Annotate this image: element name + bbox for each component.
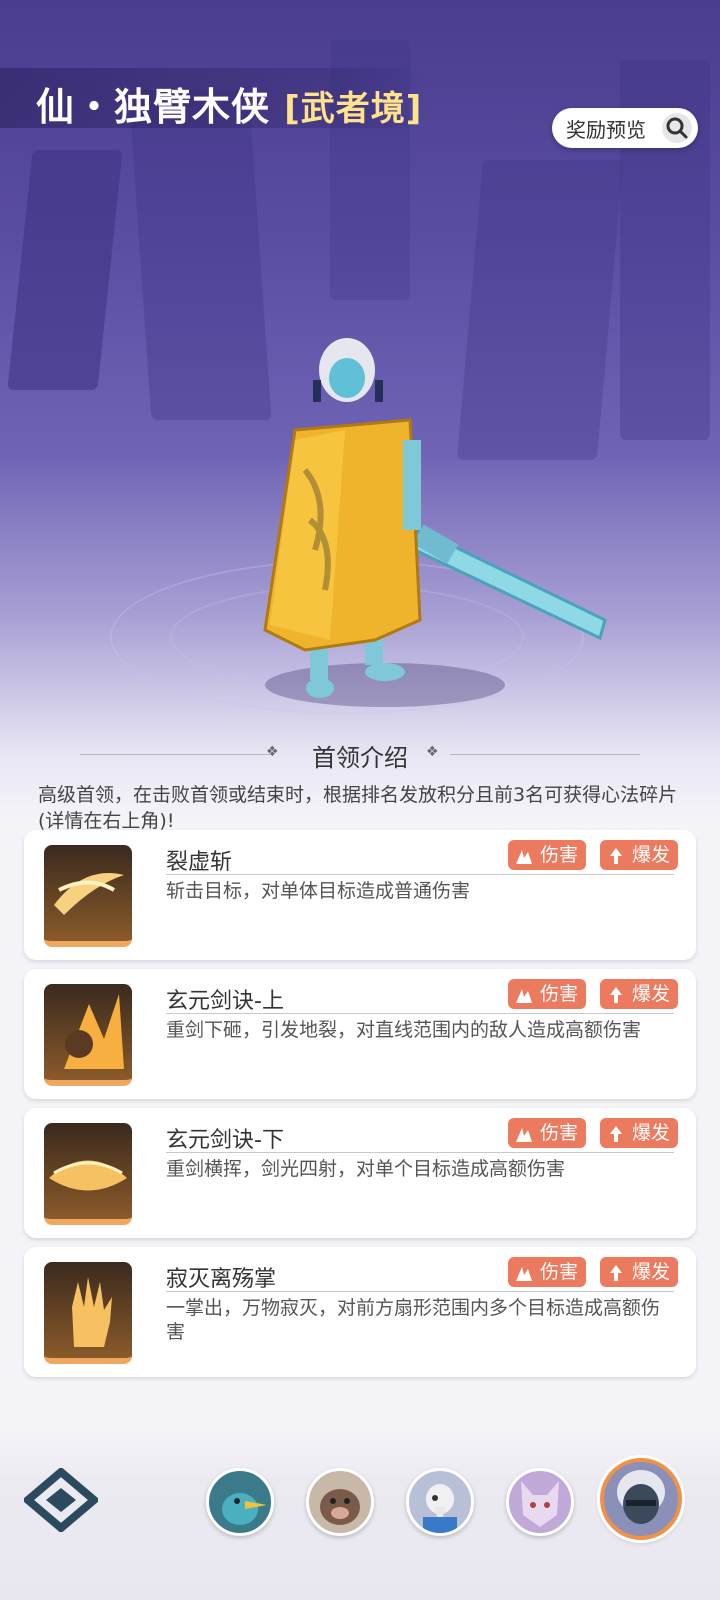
boss-title: 仙・独臂木侠 [武者境] xyxy=(36,76,422,131)
skill-divider xyxy=(166,1291,674,1292)
skill-description: 重剑横挥，剑光四射，对单个目标造成高额伤害 xyxy=(166,1158,566,1180)
burst-tag: 爆发 xyxy=(600,979,679,1009)
skill-card[interactable]: 裂虚斩 伤害 爆发 斩击目标，对单体目标造成普通伤害 xyxy=(24,830,696,960)
burst-icon xyxy=(606,845,626,865)
burst-tag: 爆发 xyxy=(600,840,679,870)
reward-preview-label: 奖励预览 xyxy=(566,117,646,142)
skill-name: 玄元剑诀-下 xyxy=(166,1128,284,1153)
palm-skill-icon xyxy=(44,1262,132,1364)
skill-name: 裂虚斩 xyxy=(166,850,233,875)
blue-bird-boss-avatar[interactable] xyxy=(206,1468,274,1536)
boss-character-model xyxy=(235,320,625,720)
damage-tag: 伤害 xyxy=(508,979,587,1009)
damage-tag: 伤害 xyxy=(508,1118,587,1148)
skill-card[interactable]: 玄元剑诀-下 伤害 爆发 重剑横挥，剑光四射，对单个目标造成高额伤害 xyxy=(24,1108,696,1238)
damage-icon xyxy=(514,845,534,865)
damage-icon xyxy=(514,984,534,1004)
burst-icon xyxy=(606,984,626,1004)
reward-preview-button[interactable]: 奖励预览 xyxy=(552,108,698,148)
skill-description: 斩击目标，对单体目标造成普通伤害 xyxy=(166,880,471,902)
skill-card[interactable]: 寂灭离殇掌 伤害 爆发 一掌出，万物寂灭，对前方扇形范围内多个目标造成高额伤害 xyxy=(24,1247,696,1377)
boar-boss-avatar[interactable] xyxy=(306,1468,374,1536)
boss-rank: [武者境] xyxy=(284,89,423,129)
one-armed-swordsman-avatar[interactable] xyxy=(600,1458,682,1540)
burst-icon xyxy=(606,1123,626,1143)
sword-sweep-skill-icon xyxy=(44,1123,132,1225)
damage-tag: 伤害 xyxy=(508,1257,587,1287)
skill-divider xyxy=(166,874,674,875)
skill-card[interactable]: 玄元剑诀-上 伤害 爆发 重剑下砸，引发地裂，对直线范围内的敌人造成高额伤害 xyxy=(24,969,696,1099)
diamond-ornament-icon: ❖ xyxy=(426,744,439,760)
game-logo-icon[interactable] xyxy=(21,1466,101,1534)
burst-tag: 爆发 xyxy=(600,1118,679,1148)
slash-skill-icon xyxy=(44,845,132,947)
skill-divider xyxy=(166,1013,674,1014)
burst-tag: 爆发 xyxy=(600,1257,679,1287)
damage-icon xyxy=(514,1123,534,1143)
burst-icon xyxy=(606,1262,626,1282)
search-icon xyxy=(662,113,692,143)
ground-smash-skill-icon xyxy=(44,984,132,1086)
skill-description: 重剑下砸，引发地裂，对直线范围内的敌人造成高额伤害 xyxy=(166,1019,642,1041)
skill-name: 玄元剑诀-上 xyxy=(166,989,284,1014)
skill-divider xyxy=(166,1152,674,1153)
wolf-boss-avatar[interactable] xyxy=(506,1468,574,1536)
boss-intro-header: ❖ 首领介绍 ❖ xyxy=(80,738,640,772)
boss-intro-text: 高级首领，在击败首领或结束时，根据排名发放积分且前3名可获得心法碎片(详情在右上… xyxy=(38,784,678,832)
boss-name: 仙・独臂木侠 xyxy=(36,85,271,129)
damage-tag: 伤害 xyxy=(508,840,587,870)
skill-name: 寂灭离殇掌 xyxy=(166,1267,277,1292)
boss-intro-title: 首领介绍 xyxy=(312,744,408,772)
skill-description: 一掌出，万物寂灭，对前方扇形范围内多个目标造成高额伤害 xyxy=(166,1297,661,1343)
damage-icon xyxy=(514,1262,534,1282)
skull-bird-boss-avatar[interactable] xyxy=(406,1468,474,1536)
